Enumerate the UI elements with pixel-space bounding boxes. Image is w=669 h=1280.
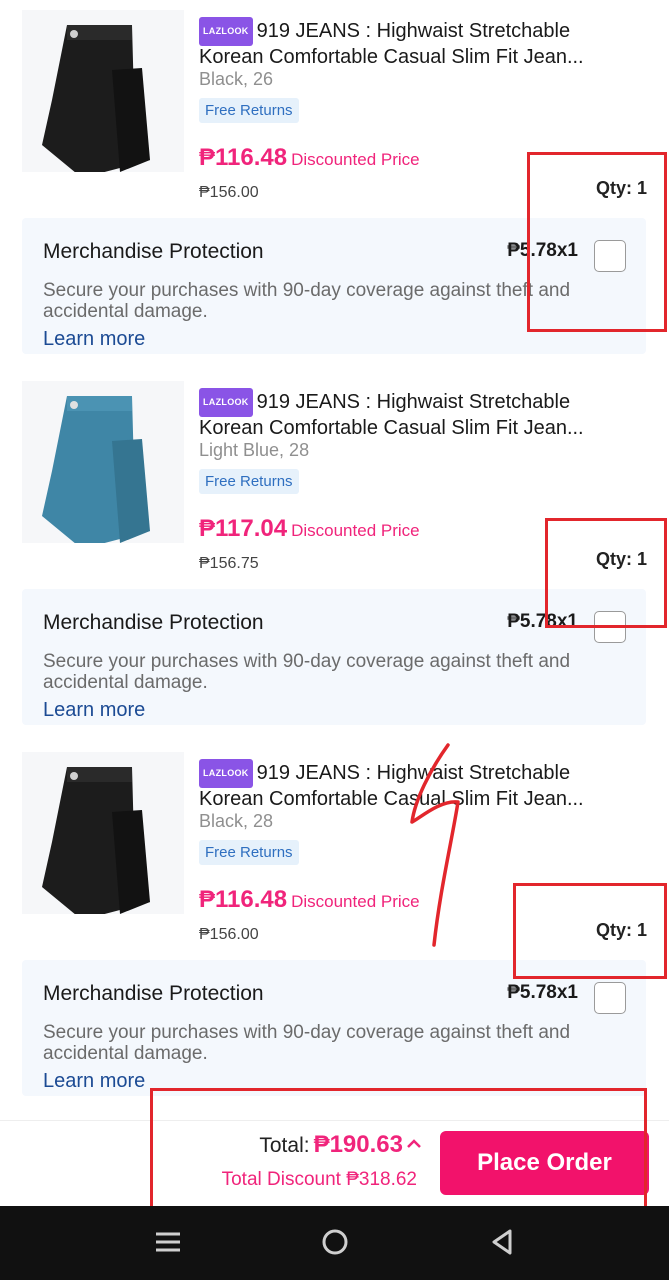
merchandise-protection-card: Merchandise Protection ₱5.78x1 Secure yo…	[22, 960, 646, 1096]
product-image[interactable]	[22, 381, 184, 543]
jeans-image	[22, 381, 184, 543]
price-label: Discounted Price	[291, 521, 420, 540]
protection-price: ₱5.78x1	[507, 982, 578, 1003]
product-image[interactable]	[22, 752, 184, 914]
product-image[interactable]	[22, 10, 184, 172]
protection-title: Merchandise Protection	[43, 982, 264, 1005]
lazlook-badge: LAZLOOK	[199, 388, 253, 417]
price-amount: ₱116.48	[199, 886, 288, 913]
lazlook-badge: LAZLOOK	[199, 17, 253, 46]
protection-title: Merchandise Protection	[43, 611, 264, 634]
discounted-price: ₱116.48 Discounted Price	[199, 886, 420, 914]
system-nav-bar	[0, 1206, 669, 1280]
price-amount: ₱116.48	[199, 144, 288, 171]
jeans-image	[22, 10, 184, 172]
discounted-price: ₱117.04 Discounted Price	[199, 515, 420, 543]
annotation-box-qty-3	[513, 883, 667, 979]
learn-more-link[interactable]: Learn more	[43, 328, 145, 351]
title-line-1: 919 JEANS : Highwaist Stretchable	[256, 20, 571, 42]
annotation-box-footer	[150, 1088, 647, 1218]
protection-checkbox[interactable]	[594, 982, 626, 1014]
annotation-box-qty-2	[545, 518, 667, 628]
original-price: ₱156.00	[199, 926, 259, 943]
free-returns-badge: Free Returns	[199, 469, 299, 494]
product-variant: Black, 28	[199, 811, 274, 831]
free-returns-badge: Free Returns	[199, 98, 299, 123]
protection-description: Secure your purchases with 90-day covera…	[43, 280, 571, 322]
back-icon[interactable]	[484, 1224, 520, 1260]
original-price: ₱156.00	[199, 184, 259, 201]
menu-icon[interactable]	[150, 1224, 186, 1260]
price-amount: ₱117.04	[199, 515, 288, 542]
lazlook-badge: LAZLOOK	[199, 759, 253, 788]
product-title[interactable]: LAZLOOK 919 JEANS : Highwaist Stretchable…	[199, 17, 649, 69]
free-returns-badge: Free Returns	[199, 840, 299, 865]
product-variant: Black, 26	[199, 69, 274, 89]
learn-more-link[interactable]: Learn more	[43, 699, 145, 722]
protection-description: Secure your purchases with 90-day covera…	[43, 1022, 571, 1064]
annotation-scribble	[410, 743, 460, 947]
annotation-box-qty-1	[527, 152, 667, 332]
original-price: ₱156.75	[199, 555, 259, 572]
title-line-2: Korean Comfortable Casual Slim Fit Jean.…	[199, 46, 584, 68]
learn-more-link[interactable]: Learn more	[43, 1070, 145, 1093]
title-line-1: 919 JEANS : Highwaist Stretchable	[256, 391, 571, 413]
home-icon[interactable]	[317, 1224, 353, 1260]
title-line-2: Korean Comfortable Casual Slim Fit Jean.…	[199, 417, 584, 439]
discounted-price: ₱116.48 Discounted Price	[199, 144, 420, 172]
jeans-image	[22, 752, 184, 914]
price-label: Discounted Price	[291, 150, 420, 169]
protection-description: Secure your purchases with 90-day covera…	[43, 651, 571, 693]
product-title[interactable]: LAZLOOK 919 JEANS : Highwaist Stretchable…	[199, 388, 649, 440]
product-variant: Light Blue, 28	[199, 440, 310, 460]
protection-title: Merchandise Protection	[43, 240, 264, 263]
